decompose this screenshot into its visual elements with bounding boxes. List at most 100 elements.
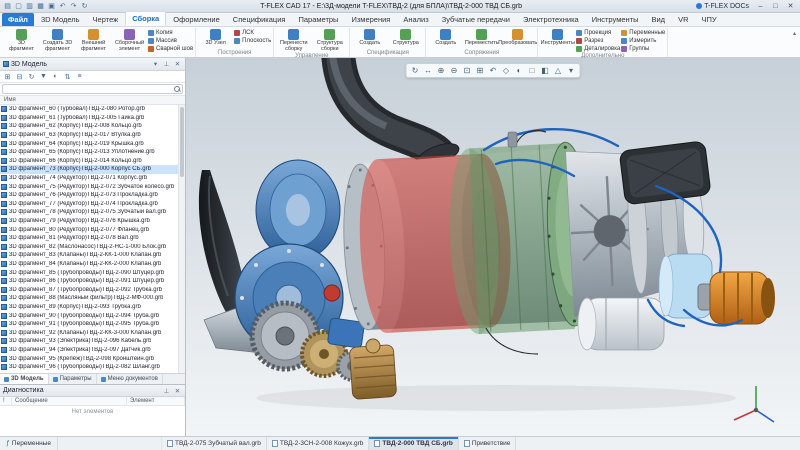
tree-item[interactable]: 3D фрагмент_63 (Корпус)ТВД-2-017 Втулка.…	[0, 131, 178, 140]
ribbon-button[interactable]: Создать	[352, 28, 387, 49]
tree-item[interactable]: 3D фрагмент_73 (Корпус)ТВД-2-000 Корпус …	[0, 165, 178, 174]
tree-item[interactable]: 3D фрагмент_66 (Корпус)ТВД-2-014 Кольцо.…	[0, 157, 178, 166]
ribbon-tab[interactable]: Чертеж	[87, 13, 125, 26]
pin-icon[interactable]: ⊥	[162, 387, 171, 395]
ribbon-small-button[interactable]: Плоскость	[234, 37, 271, 44]
tree-item[interactable]: 3D фрагмент_84 (Клапаны)ТВД-2-КК-2-000 К…	[0, 260, 178, 269]
ribbon-tab[interactable]: Спецификация	[227, 13, 292, 26]
tree-item[interactable]: 3D фрагмент_90 (Трубопроводы)ТВД-2-094 Т…	[0, 311, 178, 320]
3d-viewport[interactable]: ↻ ↔ ⊕ ⊖ ⊡ ⊞ ↶ ◇ ◐ □ ◧ △ ▾	[186, 58, 800, 436]
ribbon-button[interactable]: Создать 3D фрагмент	[40, 28, 75, 52]
ribbon-small-button[interactable]: Измерить	[621, 37, 665, 44]
document-tab[interactable]: ТВД-2-000 ТВД СБ.grb	[369, 437, 459, 450]
tree-item[interactable]: 3D фрагмент_89 (Корпус)ТВД-2-093 Трубка.…	[0, 303, 178, 312]
tflex-docs-button[interactable]: T-FLEX DOCs	[692, 3, 753, 10]
ribbon-small-button[interactable]: Сварной шов	[148, 45, 193, 52]
viewport-toolbar-icon[interactable]: ⊞	[475, 65, 486, 76]
ribbon-button[interactable]: Структура сборки	[312, 28, 347, 52]
tree-item[interactable]: 3D фрагмент_81 (Редуктор)ТВД-2-078 Вал.g…	[0, 234, 178, 243]
viewport-toolbar-icon[interactable]: ◐	[514, 65, 525, 76]
tree-item[interactable]: 3D фрагмент_64 (Корпус)ТВД-2-019 Крышка.…	[0, 139, 178, 148]
quick-access-icon[interactable]: ↶	[57, 1, 68, 12]
viewport-toolbar-icon[interactable]: ↻	[410, 65, 421, 76]
tree-toolbar-icon[interactable]: ⊞	[2, 72, 13, 82]
ribbon-tab[interactable]: Анализ	[397, 13, 434, 26]
tree-scrollbar[interactable]	[178, 105, 185, 373]
tree-item[interactable]: 3D фрагмент_76 (Редуктор)ТВД-2-073 Прокл…	[0, 191, 178, 200]
quick-access-icon[interactable]: ▢	[13, 1, 24, 12]
viewport-toolbar-icon[interactable]: □	[527, 65, 538, 76]
tree-item[interactable]: 3D фрагмент_96 (Трубопроводы)ТВД-2-082 Ш…	[0, 363, 178, 372]
viewport-toolbar-icon[interactable]: ⊖	[449, 65, 460, 76]
quick-access-icon[interactable]: ↻	[79, 1, 90, 12]
tree-item[interactable]: 3D фрагмент_83 (Клапаны)ТВД-2-КК-1-000 К…	[0, 251, 178, 260]
tree-item[interactable]: 3D фрагмент_93 (Электрика)ТВД-2-096 Кабе…	[0, 337, 178, 346]
ribbon-small-button[interactable]: Массив	[148, 37, 193, 44]
ribbon-tab[interactable]: Сборка	[125, 11, 167, 26]
ribbon-tab[interactable]: ЧПУ	[695, 13, 722, 26]
viewport-toolbar-icon[interactable]: ◧	[540, 65, 551, 76]
tree-toolbar-icon[interactable]: ↻	[26, 72, 37, 82]
ribbon-button[interactable]: Перенести сборку	[276, 28, 311, 52]
tree-toolbar-icon[interactable]: ⇅	[62, 72, 73, 82]
window-control-button[interactable]: –	[753, 1, 768, 12]
document-tab[interactable]: ТВД-2-3СН-2-008 Кожух.grb	[267, 437, 370, 450]
tree-item[interactable]: 3D фрагмент_75 (Редуктор)ТВД-2-072 Зубча…	[0, 182, 178, 191]
close-icon[interactable]: ✕	[173, 387, 182, 395]
close-icon[interactable]: ✕	[173, 60, 182, 68]
ribbon-tab[interactable]: Оформление	[167, 13, 226, 26]
viewport-toolbar-icon[interactable]: ⊕	[436, 65, 447, 76]
tree-search-input[interactable]	[5, 86, 172, 92]
tree-item[interactable]: 3D фрагмент_80 (Редуктор)ТВД-2-077 Флане…	[0, 225, 178, 234]
tree-item[interactable]: 3D фрагмент_79 (Редуктор)ТВД-2-076 Крышк…	[0, 217, 178, 226]
tree-item[interactable]: 3D фрагмент_61 (Турбовал)ТВД-2-005 Гайка…	[0, 114, 178, 123]
tree-item[interactable]: 3D фрагмент_86 (Трубопроводы)ТВД-2-091 Ш…	[0, 277, 178, 286]
ribbon-tab[interactable]: Измерения	[345, 13, 396, 26]
quick-access-icon[interactable]: ▤	[2, 1, 13, 12]
ribbon-button[interactable]: Преобразовать	[498, 28, 537, 49]
tree-item[interactable]: 3D фрагмент_78 (Редуктор)ТВД-2-075 Зубча…	[0, 208, 178, 217]
quick-access-icon[interactable]: ▥	[24, 1, 35, 12]
ribbon-tab[interactable]: 3D Модель	[35, 13, 86, 26]
ribbon-button[interactable]: Инструменты	[540, 28, 575, 52]
ribbon-tab[interactable]: Вид	[645, 13, 671, 26]
ribbon-small-button[interactable]: Разрез	[576, 37, 620, 44]
tree-item[interactable]: 3D фрагмент_62 (Корпус)ТВД-2-008 Кольцо.…	[0, 122, 178, 131]
tree-item[interactable]: 3D фрагмент_74 (Редуктор)ТВД-2-071 Корпу…	[0, 174, 178, 183]
scrollbar-thumb[interactable]	[180, 107, 184, 177]
tree-item[interactable]: 3D фрагмент_92 (Клапаны)ТВД-2-КК-3-000 К…	[0, 328, 178, 337]
tree-item[interactable]: 3D фрагмент_65 (Корпус)ТВД-2-013 Уплотне…	[0, 148, 178, 157]
tree-item[interactable]: 3D фрагмент_77 (Редуктор)ТВД-2-074 Прокл…	[0, 200, 178, 209]
tree-item[interactable]: 3D фрагмент_60 (Турбовал)ТВД-2-080 Ротор…	[0, 105, 178, 114]
tree-item[interactable]: 3D фрагмент_87 (Трубопроводы)ТВД-2-092 Т…	[0, 285, 178, 294]
panel-tab[interactable]: 3D Модель	[0, 374, 49, 384]
ribbon-button[interactable]: Переместить	[464, 28, 499, 49]
ribbon-button[interactable]: 3D Узел	[198, 28, 233, 49]
ribbon-button[interactable]: Структура	[388, 28, 423, 49]
ribbon-collapse-icon[interactable]: ▴	[791, 28, 798, 39]
document-tab[interactable]: Приветствие	[459, 437, 517, 450]
viewport-toolbar-icon[interactable]: ⊡	[462, 65, 473, 76]
ribbon-tab[interactable]: Зубчатые передачи	[436, 13, 516, 26]
quick-access-icon[interactable]: ↷	[68, 1, 79, 12]
chevron-down-icon[interactable]: ▾	[151, 60, 160, 68]
viewport-toolbar-icon[interactable]: ▾	[566, 65, 577, 76]
ribbon-small-button[interactable]: Проекция	[576, 29, 620, 36]
tree-item[interactable]: 3D фрагмент_94 (Электрика)ТВД-2-097 Датч…	[0, 346, 178, 355]
variables-panel-tab[interactable]: ƒ Переменные	[0, 437, 58, 450]
ribbon-button[interactable]: Создать	[428, 28, 463, 49]
window-control-button[interactable]: ✕	[783, 1, 798, 12]
viewport-toolbar-icon[interactable]: ↔	[423, 65, 434, 76]
tree-toolbar-icon[interactable]: ≡	[74, 72, 85, 82]
document-tab[interactable]: ТВД-2-075 Зубчатый вал.grb	[162, 437, 267, 450]
viewport-toolbar-icon[interactable]: △	[553, 65, 564, 76]
ribbon-tab[interactable]: Инструменты	[586, 13, 645, 26]
ribbon-small-button[interactable]: Переменные	[621, 29, 665, 36]
ribbon-tab[interactable]: Файл	[2, 13, 34, 26]
tree-toolbar-icon[interactable]: ⊟	[14, 72, 25, 82]
ribbon-tab[interactable]: Электротехника	[517, 13, 585, 26]
ribbon-small-button[interactable]: Деталировка	[576, 45, 620, 52]
quick-access-icon[interactable]: ▣	[46, 1, 57, 12]
tree-item[interactable]: 3D фрагмент_82 (Маслонасос)ТВД-2-НС-1-00…	[0, 243, 178, 252]
tree-item[interactable]: 3D фрагмент_95 (Крепёж)ТВД-2-098 Кронште…	[0, 354, 178, 363]
